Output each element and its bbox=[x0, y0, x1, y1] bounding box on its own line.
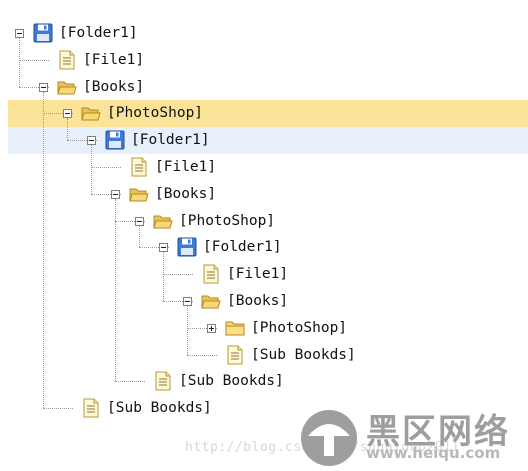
collapse-toggle[interactable] bbox=[39, 82, 48, 92]
tree-connector-horizontal bbox=[91, 167, 121, 168]
tree-node-label[interactable]: [Sub Bookds] bbox=[179, 371, 284, 391]
tree-node-label[interactable]: [Books] bbox=[227, 291, 288, 311]
tree-node-label[interactable]: [Books] bbox=[155, 184, 216, 204]
tree-connector-vertical bbox=[67, 118, 68, 141]
tree-node-label[interactable]: [Sub Bookds] bbox=[107, 398, 212, 418]
tree-node-label[interactable]: [File1] bbox=[227, 264, 288, 284]
tree-node-label[interactable]: [PhotoShop] bbox=[107, 103, 203, 123]
folder-open-icon bbox=[153, 211, 173, 231]
file-icon bbox=[225, 345, 245, 365]
tree-view: [Folder1] [File1] [Books] [PhotoShop] [Folde… bbox=[0, 0, 528, 471]
collapse-toggle[interactable] bbox=[87, 136, 96, 146]
collapse-toggle[interactable] bbox=[111, 189, 120, 199]
file-icon bbox=[201, 264, 221, 284]
tree-connector-horizontal bbox=[115, 381, 145, 383]
tree-connector-horizontal bbox=[19, 59, 49, 61]
folder-open-icon bbox=[57, 77, 77, 97]
floppy-disk-icon bbox=[33, 23, 53, 43]
mushroom-logo-icon bbox=[301, 410, 357, 466]
collapse-toggle[interactable] bbox=[135, 216, 144, 226]
tree-node-label[interactable]: [Sub Bookds] bbox=[251, 345, 356, 365]
expand-toggle[interactable] bbox=[207, 323, 216, 333]
tree-connector-horizontal bbox=[187, 354, 217, 356]
file-icon bbox=[57, 50, 77, 70]
tree-connector-vertical bbox=[19, 38, 20, 87]
tree-connector-vertical bbox=[43, 91, 44, 409]
folder-icon bbox=[225, 318, 245, 338]
folder-open-icon bbox=[129, 184, 149, 204]
tree-connector-horizontal bbox=[43, 408, 73, 410]
folder-open-icon bbox=[81, 103, 101, 123]
folder-open-icon bbox=[201, 291, 221, 311]
collapse-toggle[interactable] bbox=[159, 243, 168, 253]
collapse-toggle[interactable] bbox=[63, 109, 72, 119]
tree-node-label[interactable]: [PhotoShop] bbox=[251, 318, 347, 338]
tree-node-label[interactable]: [Folder1] bbox=[131, 130, 210, 150]
collapse-toggle[interactable] bbox=[15, 29, 24, 38]
tree-connector-vertical bbox=[91, 145, 92, 194]
tree-connector-horizontal bbox=[163, 274, 193, 276]
tree-node-label[interactable]: [File1] bbox=[155, 157, 216, 177]
tree-connector-vertical bbox=[163, 252, 164, 301]
tree-connector-vertical bbox=[139, 225, 140, 248]
floppy-disk-icon bbox=[105, 130, 125, 150]
file-icon bbox=[129, 157, 149, 177]
tree-node-label[interactable]: [PhotoShop] bbox=[179, 211, 275, 231]
tree-node-label[interactable]: [Folder1] bbox=[203, 237, 282, 257]
logo-domain: www.heiqu.com bbox=[366, 444, 501, 462]
tree-connector-vertical bbox=[187, 306, 188, 355]
tree-node-label[interactable]: [Books] bbox=[83, 77, 144, 97]
tree-node-label[interactable]: [Folder1] bbox=[59, 23, 138, 43]
file-icon bbox=[81, 398, 101, 418]
collapse-toggle[interactable] bbox=[183, 297, 192, 306]
tree-connector-vertical bbox=[115, 198, 116, 382]
tree-node-label[interactable]: [File1] bbox=[83, 50, 144, 70]
floppy-disk-icon bbox=[177, 237, 197, 257]
file-icon bbox=[153, 371, 173, 391]
